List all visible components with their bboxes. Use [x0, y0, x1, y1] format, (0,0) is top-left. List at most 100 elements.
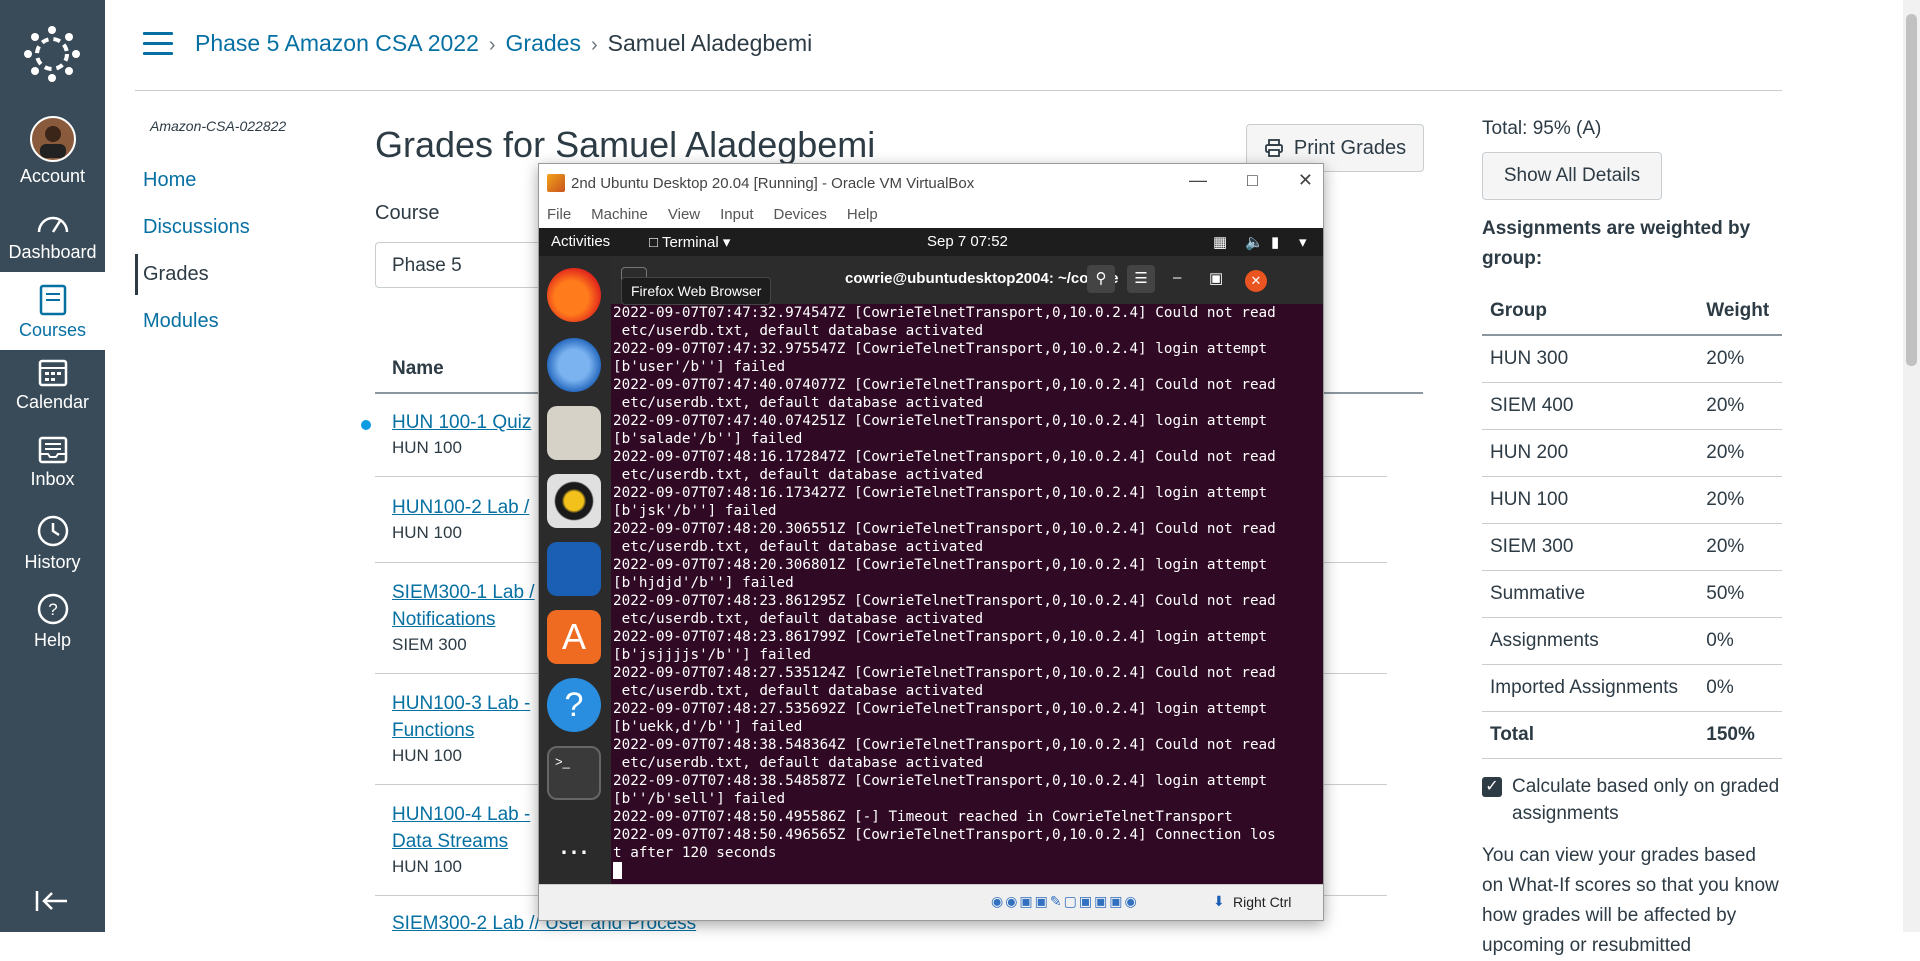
- breadcrumb-current: Samuel Aladegbemi: [607, 30, 813, 56]
- terminal-line: 2022-09-07T07:47:40.074077Z [CowrieTelne…: [613, 377, 1276, 393]
- clock[interactable]: Sep 7 07:52: [927, 233, 1008, 250]
- terminal-line: 2022-09-07T07:47:32.975547Z [CowrieTelne…: [613, 341, 1268, 357]
- firefox-icon[interactable]: [547, 268, 601, 322]
- files-icon[interactable]: [547, 406, 601, 460]
- assignment-group: HUN 100: [392, 857, 462, 876]
- nav-dashboard[interactable]: Dashboard: [0, 208, 105, 263]
- terminal-icon[interactable]: >_: [547, 746, 601, 800]
- terminal-line: [b'user'/b''] failed: [613, 359, 786, 375]
- close-icon[interactable]: ✕: [1245, 270, 1267, 292]
- terminal-line: 2022-09-07T07:48:16.173427Z [CowrieTelne…: [613, 485, 1268, 501]
- table-row: SIEM 300 20%: [1482, 523, 1782, 571]
- window-controls: — □ ✕: [1189, 170, 1313, 191]
- system-menu-arrow-icon[interactable]: ▾: [1299, 233, 1307, 251]
- maximize-icon[interactable]: □: [1247, 170, 1258, 191]
- thunderbird-icon[interactable]: [547, 338, 601, 392]
- menu-file[interactable]: File: [547, 206, 571, 223]
- terminal-app-menu[interactable]: □ Terminal ▾: [649, 233, 730, 251]
- table-row: SIEM 400 20%: [1482, 382, 1782, 430]
- checkbox-checked-icon[interactable]: ✓: [1482, 777, 1502, 797]
- help-icon[interactable]: ?: [547, 678, 601, 732]
- page-scrollbar[interactable]: [1903, 0, 1920, 932]
- minimize-icon[interactable]: —: [1189, 170, 1207, 191]
- host-key-label: Right Ctrl: [1233, 894, 1292, 910]
- hamburger-menu-icon[interactable]: ☰: [1127, 265, 1155, 293]
- assignment-link[interactable]: SIEM300-1 Lab /: [392, 579, 535, 606]
- print-grades-label: Print Grades: [1293, 136, 1407, 159]
- show-all-details-button[interactable]: Show All Details: [1482, 152, 1662, 200]
- assignment-group: HUN 100: [392, 523, 462, 542]
- software-icon[interactable]: A: [547, 610, 601, 664]
- terminal-line: t after 120 seconds: [613, 845, 777, 861]
- unread-dot: [361, 420, 371, 430]
- table-row: HUN 100 20%: [1482, 476, 1782, 524]
- terminal-line: 2022-09-07T07:48:20.306551Z [CowrieTelne…: [613, 521, 1276, 537]
- group-weight: 20%: [1698, 523, 1782, 571]
- vm-status-icons[interactable]: ◉◉▣▣✎▢▣▣▣◉: [991, 893, 1139, 910]
- course-nav-home[interactable]: Home: [135, 160, 335, 201]
- breadcrumb-course[interactable]: Phase 5 Amazon CSA 2022: [195, 30, 479, 56]
- breadcrumb-bar: Phase 5 Amazon CSA 2022 › Grades › Samuel Al…: [135, 0, 1782, 91]
- course-nav-grades[interactable]: Grades: [135, 254, 335, 295]
- restore-icon[interactable]: ▣: [1209, 269, 1223, 287]
- group-name: Total: [1482, 711, 1699, 759]
- ubuntu-dock: A ? >_ ⋯: [539, 256, 611, 885]
- network-icon[interactable]: ▦: [1213, 233, 1227, 251]
- calculate-graded-only[interactable]: ✓ Calculate based only on graded assignm…: [1482, 773, 1782, 827]
- assignment-group: HUN 100: [392, 438, 462, 457]
- menu-machine[interactable]: Machine: [591, 206, 648, 223]
- nav-calendar[interactable]: Calendar: [0, 356, 105, 413]
- help-icon: ?: [37, 593, 68, 625]
- battery-icon[interactable]: ▮: [1271, 233, 1279, 251]
- nav-history[interactable]: History: [0, 514, 105, 573]
- table-row: HUN 300 20%: [1482, 335, 1782, 383]
- course-nav-modules[interactable]: Modules: [135, 301, 335, 342]
- assignment-link-cont[interactable]: Functions: [392, 717, 530, 744]
- group-header: Group: [1482, 288, 1699, 336]
- menu-devices[interactable]: Devices: [774, 206, 827, 223]
- menu-view[interactable]: View: [668, 206, 700, 223]
- assignment-link-cont[interactable]: Notifications: [392, 606, 535, 633]
- group-name: HUN 200: [1482, 429, 1699, 477]
- menu-icon[interactable]: [143, 32, 173, 56]
- nav-account[interactable]: Account: [0, 116, 105, 187]
- terminal-line: [b'uekk,d'/b''] failed: [613, 719, 803, 735]
- rhythmbox-icon[interactable]: [547, 474, 601, 528]
- course-context: Amazon-CSA-022822: [150, 118, 287, 134]
- writer-icon[interactable]: [547, 542, 601, 596]
- terminal-line: 2022-09-07T07:48:20.306801Z [CowrieTelne…: [613, 557, 1268, 573]
- assignment-link-cont[interactable]: Data Streams: [392, 828, 530, 855]
- terminal-line: [b''/b'sell'] failed: [613, 791, 786, 807]
- course-nav-discussions[interactable]: Discussions: [135, 207, 335, 248]
- scrollbar-thumb[interactable]: [1906, 14, 1917, 366]
- group-weight: 150%: [1698, 711, 1782, 759]
- activities-button[interactable]: Activities: [551, 233, 610, 250]
- collapse-nav-icon[interactable]: [34, 888, 70, 914]
- nav-inbox[interactable]: Inbox: [0, 435, 105, 490]
- courses-icon: [39, 284, 66, 316]
- nav-courses[interactable]: Courses: [0, 272, 105, 350]
- nav-help[interactable]: ? Help: [0, 592, 105, 651]
- canvas-logo-icon[interactable]: [24, 26, 80, 82]
- assignment-link[interactable]: HUN100-3 Lab -: [392, 690, 530, 717]
- show-applications-icon[interactable]: ⋯: [547, 826, 601, 880]
- assignment-link[interactable]: HUN 100-1 Quiz: [392, 409, 531, 436]
- weight-header: Weight: [1698, 288, 1782, 336]
- group-name: Summative: [1482, 570, 1699, 618]
- terminal-line: 2022-09-07T07:48:50.496565Z [CowrieTelne…: [613, 827, 1276, 843]
- terminal-line: etc/userdb.txt, default database activat…: [613, 467, 984, 483]
- menu-help[interactable]: Help: [847, 206, 878, 223]
- assignment-link[interactable]: HUN100-2 Lab /: [392, 494, 529, 521]
- breadcrumb-grades[interactable]: Grades: [506, 30, 581, 56]
- volume-icon[interactable]: 🔈: [1245, 233, 1264, 251]
- assignment-link[interactable]: HUN100-4 Lab -: [392, 801, 530, 828]
- search-icon[interactable]: ⚲: [1087, 265, 1115, 293]
- menu-input[interactable]: Input: [720, 206, 753, 223]
- terminal-line: [b'hjdjd'/b''] failed: [613, 575, 794, 591]
- page-title: Grades for Samuel Aladegbemi: [375, 124, 876, 165]
- minimize-icon[interactable]: –: [1173, 269, 1181, 286]
- close-icon[interactable]: ✕: [1298, 170, 1313, 191]
- terminal-output[interactable]: 2022-09-07T07:47:32.974547Z [CowrieTelne…: [611, 304, 1313, 885]
- terminal-line: [b'salade'/b''] failed: [613, 431, 803, 447]
- printer-icon: [1264, 139, 1283, 157]
